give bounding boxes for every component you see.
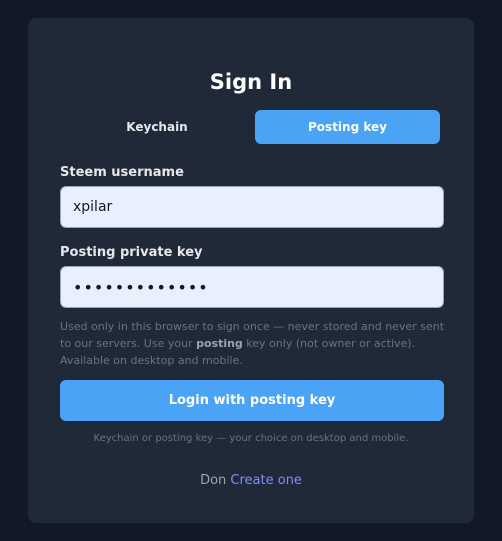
tab-posting-key[interactable]: Posting key [255, 110, 440, 144]
posting-key-label: Posting private key [60, 245, 203, 260]
login-method-tabs: Keychain Posting key [68, 110, 440, 144]
security-hint: Used only in this browser to sign once —… [60, 318, 450, 369]
signup-prefix: Don [200, 473, 227, 488]
login-button[interactable]: Login with posting key [60, 380, 444, 421]
create-account-link[interactable]: Create one [230, 473, 302, 488]
username-label: Steem username [60, 165, 184, 180]
posting-key-input[interactable] [60, 266, 444, 308]
hint-bold: posting [196, 337, 243, 350]
signup-line: Don Create one [28, 473, 474, 489]
tab-keychain[interactable]: Keychain [68, 110, 246, 144]
sign-in-card: Sign In Keychain Posting key Steem usern… [28, 18, 474, 523]
page-title: Sign In [209, 70, 293, 94]
username-input[interactable] [60, 186, 444, 228]
footnote: Keychain or posting key — your choice on… [93, 433, 409, 444]
